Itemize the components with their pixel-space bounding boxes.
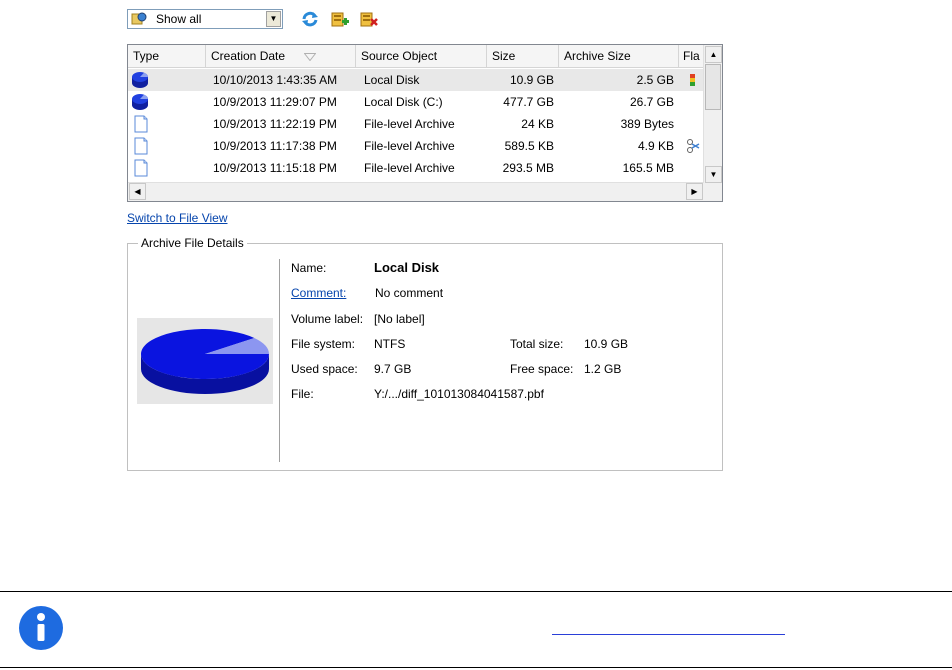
details-divider xyxy=(279,259,283,462)
used-space-label: Used space: xyxy=(291,362,358,376)
file-system-label: File system: xyxy=(291,337,356,351)
total-size-value: 10.9 GB xyxy=(584,337,629,351)
scrollbar-corner xyxy=(704,183,722,201)
table-row[interactable]: 10/10/2013 1:43:35 AM Local Disk 10.9 GB 2.… xyxy=(128,69,704,91)
note-link-underline[interactable] xyxy=(552,634,785,635)
size-cell: 477.7 GB xyxy=(503,95,554,109)
name-label: Name: xyxy=(291,261,327,275)
column-header-label: Creation Date xyxy=(211,49,286,63)
note-top-rule xyxy=(0,591,952,592)
volume-label-value: [No label] xyxy=(374,312,425,326)
volume-label-label: Volume label: xyxy=(291,312,364,326)
table-row[interactable]: 10/9/2013 11:29:07 PM Local Disk (C:) 477.… xyxy=(128,91,704,113)
file-icon xyxy=(134,137,148,155)
creation-date-cell: 10/9/2013 11:15:18 PM xyxy=(213,161,337,175)
chain-link-icon xyxy=(687,139,700,153)
scroll-right-icon[interactable]: ▶ xyxy=(686,183,703,200)
table-row[interactable]: 10/9/2013 11:22:19 PM File-level Archive 2… xyxy=(128,113,704,135)
file-icon xyxy=(134,115,148,133)
disk-usage-pie-chart xyxy=(137,318,273,404)
refresh-icon[interactable] xyxy=(301,10,319,28)
note-bottom-rule xyxy=(0,667,952,668)
size-cell: 589.5 KB xyxy=(504,139,554,153)
archive-filter-select[interactable]: Show all ▼ xyxy=(127,9,283,29)
sort-descending-icon xyxy=(304,53,316,61)
file-label: File: xyxy=(291,387,314,401)
disk-icon xyxy=(132,94,148,110)
source-object-cell: File-level Archive xyxy=(364,139,455,153)
column-header-source-object[interactable]: Source Object xyxy=(356,45,487,68)
scroll-up-icon[interactable]: ▲ xyxy=(705,46,722,63)
archive-size-cell: 2.5 GB xyxy=(636,73,674,87)
add-archive-icon[interactable] xyxy=(331,10,349,28)
scroll-down-icon[interactable]: ▼ xyxy=(705,166,722,183)
file-path-value: Y:/.../diff_101013084041587.pbf xyxy=(374,387,544,401)
file-icon xyxy=(134,159,148,177)
used-space-value: 9.7 GB xyxy=(374,362,412,376)
multicolor-flag-icon xyxy=(690,74,695,86)
size-cell: 24 KB xyxy=(521,117,554,131)
column-header-creation-date[interactable]: Creation Date xyxy=(206,45,356,68)
free-space-label: Free space: xyxy=(510,362,574,376)
vertical-scroll-thumb[interactable] xyxy=(705,64,721,110)
vertical-scrollbar[interactable]: ▲ ▼ xyxy=(703,45,722,185)
source-object-cell: File-level Archive xyxy=(364,117,455,131)
column-header-size[interactable]: Size xyxy=(487,45,559,68)
info-icon xyxy=(19,606,63,650)
file-system-value: NTFS xyxy=(374,337,406,351)
source-object-cell: File-level Archive xyxy=(364,161,455,175)
archive-filter-value: Show all xyxy=(156,12,202,26)
source-object-cell: Local Disk xyxy=(364,73,420,87)
horizontal-scrollbar[interactable]: ◀ ▶ xyxy=(128,182,704,201)
source-object-cell: Local Disk (C:) xyxy=(364,95,443,109)
archive-size-cell: 26.7 GB xyxy=(629,95,674,109)
archive-table[interactable]: Type Creation Date Source Object Size Ar… xyxy=(127,44,723,202)
creation-date-cell: 10/10/2013 1:43:35 AM xyxy=(213,73,338,87)
archive-filter-icon xyxy=(131,12,147,25)
comment-link[interactable]: Comment: xyxy=(291,286,346,300)
free-space-value: 1.2 GB xyxy=(584,362,622,376)
scroll-left-icon[interactable]: ◀ xyxy=(129,183,146,200)
chevron-down-icon[interactable]: ▼ xyxy=(266,11,281,27)
comment-value: No comment xyxy=(375,286,444,300)
creation-date-cell: 10/9/2013 11:29:07 PM xyxy=(213,95,337,109)
total-size-label: Total size: xyxy=(510,337,564,351)
creation-date-cell: 10/9/2013 11:17:38 PM xyxy=(213,139,337,153)
disk-icon xyxy=(132,72,148,88)
table-row[interactable]: 10/9/2013 11:17:38 PM File-level Archive 5… xyxy=(128,135,704,157)
switch-to-file-view-link[interactable]: Switch to File View xyxy=(127,211,227,225)
column-header-archive-size[interactable]: Archive Size xyxy=(559,45,679,68)
name-value: Local Disk xyxy=(374,260,440,275)
archive-size-cell: 4.9 KB xyxy=(637,139,674,153)
archive-file-details-legend: Archive File Details xyxy=(138,236,247,250)
table-row[interactable]: 10/9/2013 11:15:18 PM File-level Archive 2… xyxy=(128,157,704,179)
size-cell: 293.5 MB xyxy=(502,161,554,175)
creation-date-cell: 10/9/2013 11:22:19 PM xyxy=(213,117,337,131)
archive-size-cell: 389 Bytes xyxy=(620,117,674,131)
column-header-type[interactable]: Type xyxy=(128,45,206,68)
archive-size-cell: 165.5 MB xyxy=(622,161,674,175)
size-cell: 10.9 GB xyxy=(509,73,554,87)
delete-archive-icon[interactable] xyxy=(360,10,378,28)
